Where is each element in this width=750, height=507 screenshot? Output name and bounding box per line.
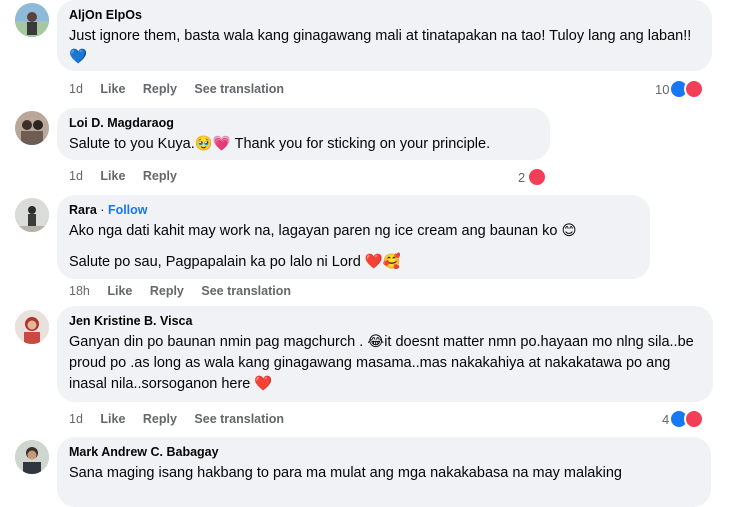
comment-bubble: Rara · Follow Ako nga dati kahit may wor… <box>57 195 650 279</box>
timestamp[interactable]: 18h <box>69 284 90 298</box>
reaction-count: 2 <box>518 169 526 185</box>
follow-button[interactable]: Follow <box>108 203 148 217</box>
comment-author[interactable]: Loi D. Magdaraog <box>69 115 538 131</box>
comment-author-name[interactable]: Rara <box>69 203 97 217</box>
reaction-count: 10 <box>655 81 670 97</box>
reaction-count: 4 <box>662 411 670 427</box>
see-translation-link[interactable]: See translation <box>194 412 284 426</box>
avatar[interactable] <box>15 3 49 37</box>
comment-bubble: Mark Andrew C. Babagay Sana maging isang… <box>57 437 711 507</box>
reply-button[interactable]: Reply <box>143 82 177 96</box>
like-button[interactable]: Like <box>100 82 125 96</box>
love-reaction-icon <box>527 167 548 187</box>
comment-text-2: Salute po sau, Pagpapalain ka po lalo ni… <box>69 254 401 270</box>
avatar[interactable] <box>15 111 49 145</box>
reaction-summary[interactable]: 2 <box>518 167 548 187</box>
reply-button[interactable]: Reply <box>150 284 184 298</box>
comment-author: Rara · Follow <box>69 202 638 218</box>
avatar[interactable] <box>15 310 49 344</box>
comment-text: Ako nga dati kahit may work na, lagayan … <box>69 223 577 239</box>
like-button[interactable]: Like <box>100 412 125 426</box>
comment-text: Salute to you Kuya.🥹💗 Thank you for stic… <box>69 136 491 152</box>
reaction-summary[interactable]: 4 <box>662 409 705 429</box>
see-translation-link[interactable]: See translation <box>201 284 291 298</box>
comment-author[interactable]: Jen Kristine B. Visca <box>69 313 701 329</box>
timestamp[interactable]: 1d <box>69 412 83 426</box>
comment-text: Sana maging isang hakbang to para ma mul… <box>69 465 622 481</box>
comment-actions: 18h Like Reply See translation <box>69 284 305 298</box>
timestamp[interactable]: 1d <box>69 82 83 96</box>
comment-actions: 1d Like Reply See translation <box>69 82 298 96</box>
avatar[interactable] <box>15 198 49 232</box>
avatar[interactable] <box>15 440 49 474</box>
love-reaction-icon <box>684 79 705 99</box>
see-translation-link[interactable]: See translation <box>194 82 284 96</box>
like-button[interactable]: Like <box>100 169 125 183</box>
like-button[interactable]: Like <box>107 284 132 298</box>
comment-text: Just ignore them, basta wala kang ginaga… <box>69 28 692 65</box>
comment-bubble: AljOn ElpOs Just ignore them, basta wala… <box>57 0 712 71</box>
comment-bubble: Loi D. Magdaraog Salute to you Kuya.🥹💗 T… <box>57 108 550 160</box>
love-reaction-icon <box>684 409 705 429</box>
comment-actions: 1d Like Reply See translation <box>69 412 298 426</box>
comment-author[interactable]: Mark Andrew C. Babagay <box>69 444 699 460</box>
reply-button[interactable]: Reply <box>143 169 177 183</box>
reply-button[interactable]: Reply <box>143 412 177 426</box>
comment-bubble: Jen Kristine B. Visca Ganyan din po baun… <box>57 306 713 402</box>
comment-author[interactable]: AljOn ElpOs <box>69 7 700 23</box>
separator-dot: · <box>100 203 105 217</box>
reaction-summary[interactable]: 10 <box>655 79 705 99</box>
comment-text: Ganyan din po baunan nmin pag magchurch … <box>69 334 694 392</box>
comment-actions: 1d Like Reply <box>69 169 191 183</box>
timestamp[interactable]: 1d <box>69 169 83 183</box>
